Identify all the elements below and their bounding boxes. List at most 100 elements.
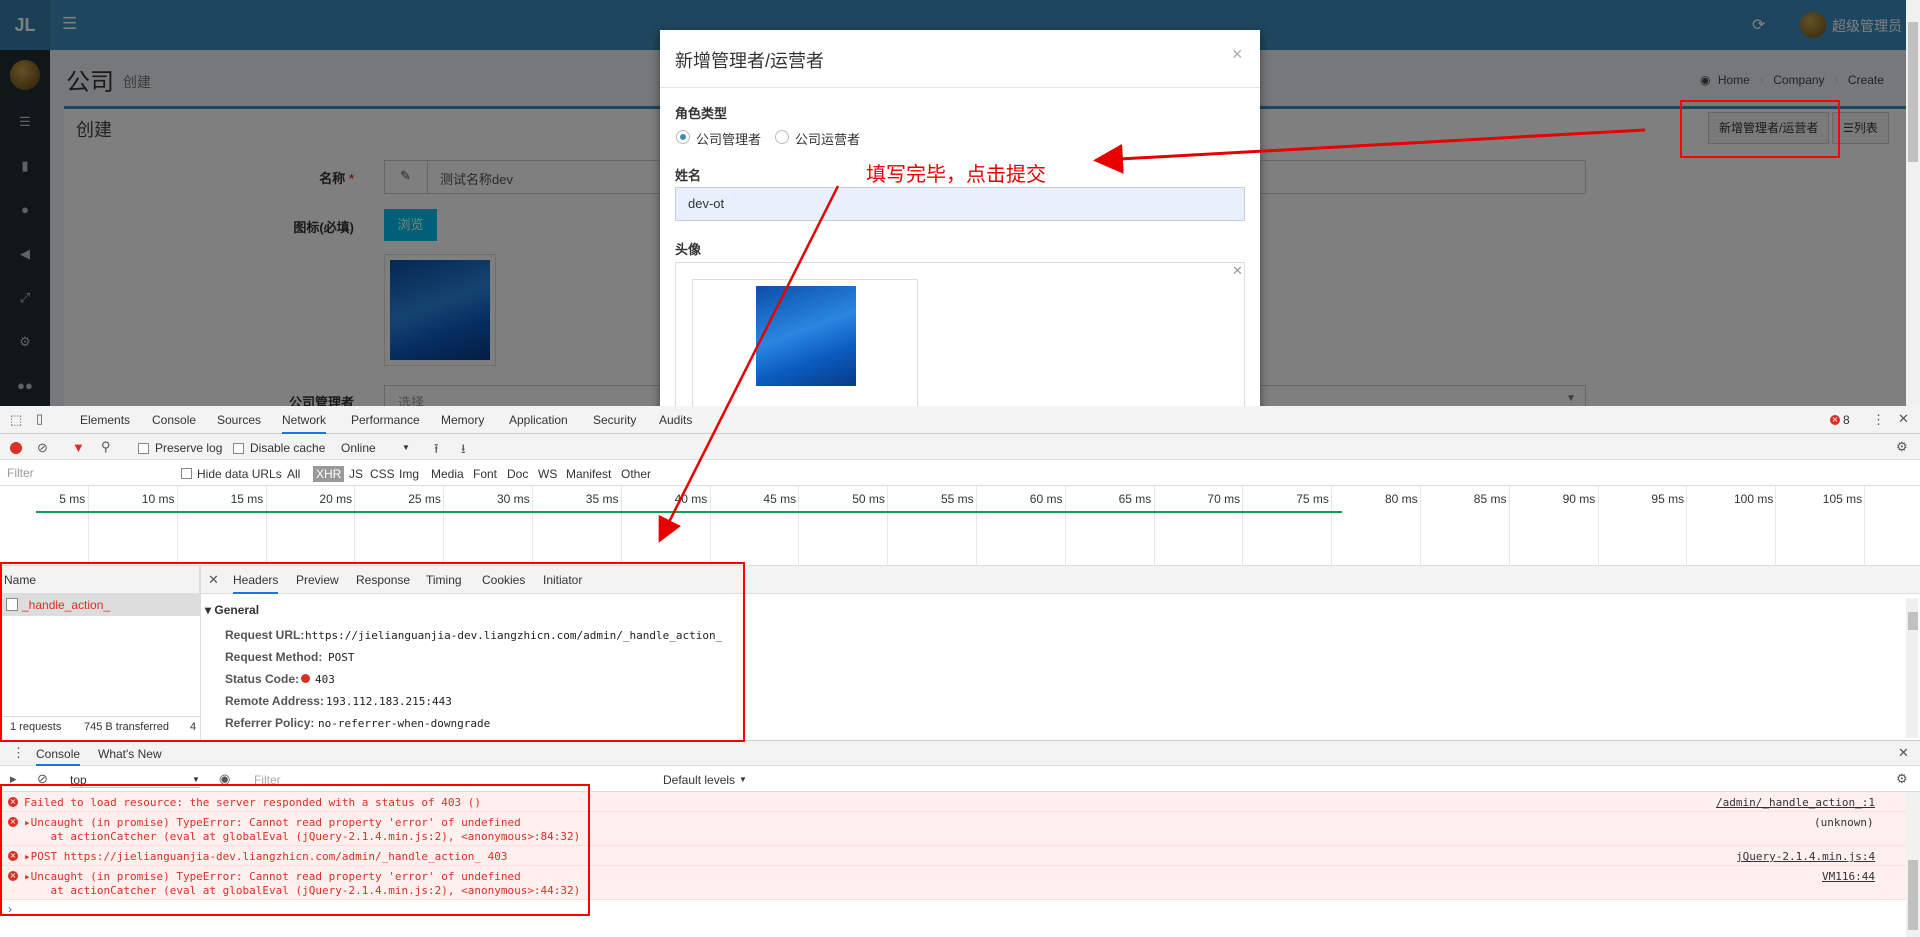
filter-ws[interactable]: WS bbox=[538, 467, 557, 481]
preserve-log-checkbox[interactable] bbox=[138, 443, 149, 454]
tab-network[interactable]: Network bbox=[282, 406, 327, 434]
timeline-gridline bbox=[620, 486, 622, 566]
timeline-gridline bbox=[1864, 486, 1865, 566]
search-icon[interactable]: ⚲ bbox=[101, 439, 111, 455]
drawer-tab-console[interactable]: Console bbox=[36, 747, 81, 766]
timeline-gridline bbox=[443, 486, 445, 566]
timeline-tick-label: 95 ms bbox=[1651, 492, 1685, 506]
tab-application[interactable]: Application bbox=[509, 406, 568, 434]
timeline-gridline bbox=[1331, 486, 1333, 566]
role-radio-operator[interactable] bbox=[775, 130, 789, 144]
filter-icon[interactable]: ▼ bbox=[72, 440, 85, 455]
tab-audits[interactable]: Audits bbox=[659, 406, 692, 434]
filter-font[interactable]: Font bbox=[473, 467, 497, 481]
filter-manifest[interactable]: Manifest bbox=[566, 467, 611, 481]
name-label: 姓名 bbox=[675, 168, 702, 183]
annotation-highlight-add-button bbox=[1680, 100, 1840, 158]
modal-title: 新增管理者/运营者 bbox=[675, 51, 825, 71]
console-message-source[interactable]: VM116:44 bbox=[1822, 870, 1875, 883]
page-scrollbar-thumb[interactable] bbox=[1908, 22, 1918, 162]
timeline-gridline bbox=[1242, 486, 1244, 566]
preserve-log-label[interactable]: Preserve log bbox=[155, 441, 222, 455]
avatar-label: 头像 bbox=[675, 242, 702, 257]
inspect-icon[interactable]: ⬚ bbox=[10, 412, 22, 428]
import-har-icon[interactable]: ⭱ bbox=[434, 440, 439, 462]
tab-elements[interactable]: Elements bbox=[80, 406, 130, 434]
role-option-manager[interactable]: 公司管理者 bbox=[696, 129, 761, 148]
timeline-tick-label: 15 ms bbox=[230, 492, 264, 506]
timeline-tick-label: 105 ms bbox=[1822, 492, 1863, 506]
timeline-tick-label: 70 ms bbox=[1207, 492, 1241, 506]
more-options-icon[interactable]: ⋮ bbox=[1872, 412, 1885, 428]
throttle-select[interactable]: Online bbox=[341, 441, 376, 455]
timeline-tick-label: 50 ms bbox=[852, 492, 885, 506]
role-option-operator[interactable]: 公司运营者 bbox=[795, 129, 860, 148]
timeline-tick-label: 5 ms bbox=[59, 492, 86, 506]
tab-sources[interactable]: Sources bbox=[217, 406, 261, 434]
timeline-tick-label: 80 ms bbox=[1385, 492, 1418, 506]
console-message-source: (unknown) bbox=[1814, 816, 1874, 829]
close-drawer-icon[interactable]: ✕ bbox=[1898, 745, 1909, 761]
drawer-tab-whats-new[interactable]: What's New bbox=[98, 747, 162, 761]
console-message-source[interactable]: jQuery-2.1.4.min.js:4 bbox=[1736, 850, 1875, 863]
filter-doc[interactable]: Doc bbox=[507, 467, 528, 481]
chevron-down-icon: ▼ bbox=[402, 443, 410, 452]
role-type-label: 角色类型 bbox=[675, 106, 728, 121]
export-har-icon[interactable]: ⭳ bbox=[461, 440, 466, 462]
disable-cache-label[interactable]: Disable cache bbox=[250, 441, 325, 455]
timeline-tick-label: 35 ms bbox=[585, 492, 619, 506]
close-devtools-icon[interactable]: ✕ bbox=[1898, 411, 1909, 427]
record-icon[interactable] bbox=[10, 442, 22, 454]
timeline-tick-label: 25 ms bbox=[408, 492, 441, 506]
filter-js[interactable]: JS bbox=[349, 467, 363, 481]
hide-data-urls-label[interactable]: Hide data URLs bbox=[197, 467, 282, 481]
modal-divider bbox=[660, 87, 1260, 88]
timeline-tick-label: 55 ms bbox=[941, 492, 974, 506]
filter-xhr[interactable]: XHR bbox=[313, 466, 345, 482]
network-filter-input[interactable]: Filter bbox=[4, 464, 166, 482]
close-icon[interactable]: × bbox=[1232, 44, 1243, 65]
timeline-tick-label: 90 ms bbox=[1562, 492, 1596, 506]
log-levels-select[interactable]: Default levels bbox=[663, 773, 735, 787]
remove-icon[interactable]: ✕ bbox=[1232, 263, 1243, 279]
timeline-gridline bbox=[1686, 486, 1688, 566]
annotation-highlight-network bbox=[0, 562, 745, 742]
filter-media[interactable]: Media bbox=[431, 467, 464, 481]
timeline-gridline bbox=[1508, 486, 1510, 566]
timeline-gridline bbox=[798, 486, 800, 566]
timeline-tick-label: 40 ms bbox=[674, 492, 708, 506]
tab-memory[interactable]: Memory bbox=[441, 406, 484, 434]
timeline-gridline bbox=[354, 486, 356, 566]
filter-img[interactable]: Img bbox=[399, 467, 419, 481]
console-message-source[interactable]: /admin/_handle_action_:1 bbox=[1716, 796, 1875, 809]
timeline-tick-label: 20 ms bbox=[319, 492, 353, 506]
filter-css[interactable]: CSS bbox=[370, 467, 395, 481]
console-settings-icon[interactable]: ⚙ bbox=[1896, 771, 1908, 787]
drawer-tabbar bbox=[0, 740, 1920, 766]
timeline-tick-label: 85 ms bbox=[1473, 492, 1507, 506]
timeline-gridline bbox=[1420, 486, 1421, 566]
avatar-preview-image bbox=[692, 279, 918, 406]
timeline-tick-label: 75 ms bbox=[1296, 492, 1329, 506]
modal-name-input[interactable] bbox=[675, 187, 1245, 221]
timeline-gridline bbox=[176, 486, 178, 566]
filter-other[interactable]: Other bbox=[621, 467, 651, 481]
drawer-menu-icon[interactable]: ⋮ bbox=[12, 745, 25, 761]
disable-cache-checkbox[interactable] bbox=[233, 443, 244, 454]
tab-performance[interactable]: Performance bbox=[351, 406, 420, 434]
timeline-gridline bbox=[532, 486, 533, 566]
role-radio-manager[interactable] bbox=[676, 130, 690, 144]
error-count-icon[interactable]: × bbox=[1830, 415, 1840, 425]
tab-console[interactable]: Console bbox=[152, 406, 196, 434]
settings-icon[interactable]: ⚙ bbox=[1896, 439, 1908, 455]
detail-scrollbar-thumb[interactable] bbox=[1908, 612, 1918, 630]
clear-icon[interactable]: ⊘ bbox=[37, 440, 48, 456]
tab-security[interactable]: Security bbox=[593, 406, 636, 434]
timeline-tick-label: 60 ms bbox=[1029, 492, 1063, 506]
timeline-gridline bbox=[88, 486, 89, 566]
device-toggle-icon[interactable]: ▯ bbox=[36, 411, 43, 427]
error-count[interactable]: 8 bbox=[1843, 413, 1850, 427]
hide-data-urls-checkbox[interactable] bbox=[181, 468, 192, 479]
filter-all[interactable]: All bbox=[287, 467, 300, 481]
console-scrollbar-thumb[interactable] bbox=[1908, 860, 1918, 930]
